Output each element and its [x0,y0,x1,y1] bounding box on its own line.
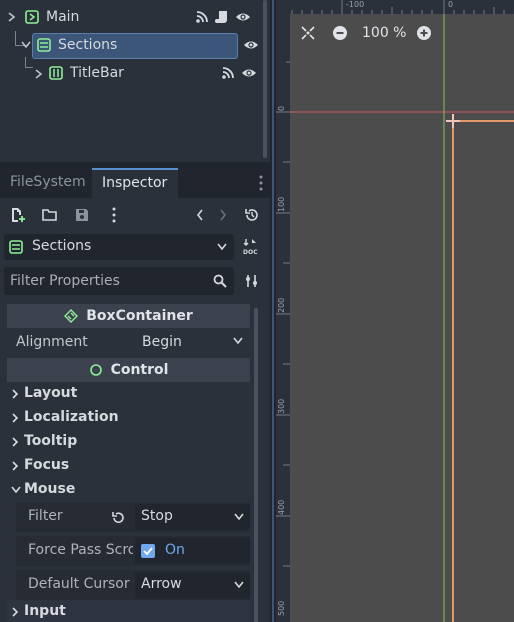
tab-filesystem[interactable]: FileSystem [0,168,96,198]
canvas-viewport[interactable]: -100 0 0 100 200 300 400 500 100 % [276,0,514,622]
group-label: Tooltip [24,433,78,449]
visibility-eye-icon[interactable] [243,38,259,52]
inspector-panel: Sections DOC BoxContainer Alignment Begi… [0,198,270,622]
group-label: Localization [24,409,119,425]
chevron-down-icon [11,486,21,494]
group-label: Input [24,603,66,619]
tab-menu-kebab-icon[interactable] [258,175,264,191]
property-tools-icon[interactable] [244,273,260,289]
property-value: Begin [142,334,182,350]
zoom-out-icon[interactable] [332,25,348,41]
zoom-level[interactable]: 100 % [362,25,406,41]
visibility-eye-icon[interactable] [235,10,251,24]
section-title: BoxContainer [86,308,193,324]
boxcontainer-section-header[interactable]: BoxContainer [7,304,250,328]
collapse-arrow-icon[interactable] [20,41,32,49]
property-label: Force Pass Scro [28,542,133,558]
selected-node-label: Sections [32,238,92,254]
zoom-in-icon[interactable] [416,25,432,41]
new-resource-icon[interactable] [10,207,26,223]
force-pass-scroll-toggle[interactable]: On [135,538,250,564]
chevron-right-icon [12,413,19,423]
property-value: On [165,542,185,558]
control-node-icon [25,10,39,24]
chevron-right-icon [12,389,19,399]
group-focus[interactable]: Focus [7,454,250,478]
scene-tree-scrollbar[interactable] [263,0,267,158]
collapse-arrow-icon[interactable] [8,11,16,23]
script-icon[interactable] [215,10,229,24]
group-mouse[interactable]: Mouse [7,478,250,502]
tab-inspector[interactable]: Inspector [92,168,178,198]
chevron-right-icon [12,437,19,447]
tree-row-main[interactable]: Main [0,5,262,30]
chevron-right-icon [12,461,19,471]
section-title: Control [110,362,169,378]
chevron-right-icon [12,607,19,617]
chevron-down-icon [233,337,243,345]
save-icon[interactable] [74,207,90,223]
property-value: Stop [141,508,173,524]
tree-node-label: TitleBar [70,65,124,81]
divider-line [272,0,274,622]
filter-properties-field[interactable] [4,267,234,295]
node-selector-dropdown[interactable]: Sections [4,234,234,260]
inspector-scrollbar[interactable] [254,308,258,622]
property-alignment: Alignment Begin [7,330,250,354]
group-label: Mouse [24,481,76,497]
tree-node-label: Main [46,9,80,25]
group-input[interactable]: Input [7,600,250,622]
history-back-icon[interactable] [196,208,204,222]
alignment-dropdown[interactable]: Begin [132,332,250,354]
control-class-icon [89,364,102,376]
more-options-kebab-icon[interactable] [111,207,117,223]
group-label: Focus [24,457,70,473]
chevron-down-icon [234,513,244,521]
group-label: Layout [24,385,78,401]
signal-icon[interactable] [221,66,235,80]
history-forward-icon[interactable] [219,208,227,222]
checkbox-checked-icon[interactable] [141,544,155,558]
tree-row-titlebar[interactable]: TitleBar [0,61,262,86]
boxcontainer-class-icon [64,309,79,323]
control-section-header[interactable]: Control [7,358,250,382]
group-localization[interactable]: Localization [7,406,250,430]
group-layout[interactable]: Layout [7,382,250,406]
property-label: Alignment [16,334,88,350]
dock-tab-bar: FileSystem Inspector [0,168,270,198]
filter-dropdown[interactable]: Stop [135,504,250,530]
hboxcontainer-node-icon [49,66,63,80]
filter-properties-input[interactable] [10,271,200,291]
open-folder-icon[interactable] [42,207,58,223]
search-icon [213,274,227,288]
canvas-guides [290,14,514,622]
property-list: BoxContainer Alignment Begin Control Lay… [7,302,251,622]
zoom-reset-icon[interactable] [300,25,316,41]
scene-tree-panel: Main Sections TitleBar [0,0,270,162]
signal-icon[interactable] [195,10,209,24]
boxcontainer-node-icon [37,38,51,52]
svg-text:DOC: DOC [243,249,258,256]
expand-arrow-icon[interactable] [35,68,43,80]
property-label: Filter [28,508,63,524]
visibility-eye-icon[interactable] [241,66,257,80]
property-label: Default Cursor [28,576,130,592]
property-value: Arrow [141,576,182,592]
tree-row-sections[interactable]: Sections [0,33,262,58]
tree-node-label: Sections [58,37,118,53]
object-history-icon[interactable] [244,207,260,223]
pivot-crosshair-icon[interactable] [445,113,461,129]
boxcontainer-node-icon [9,240,23,254]
chevron-down-icon [234,581,244,589]
open-documentation-icon[interactable]: DOC [243,238,259,256]
group-tooltip[interactable]: Tooltip [7,430,250,454]
revert-icon[interactable] [111,511,125,525]
default-cursor-dropdown[interactable]: Arrow [135,572,250,598]
chevron-down-icon [217,243,227,251]
